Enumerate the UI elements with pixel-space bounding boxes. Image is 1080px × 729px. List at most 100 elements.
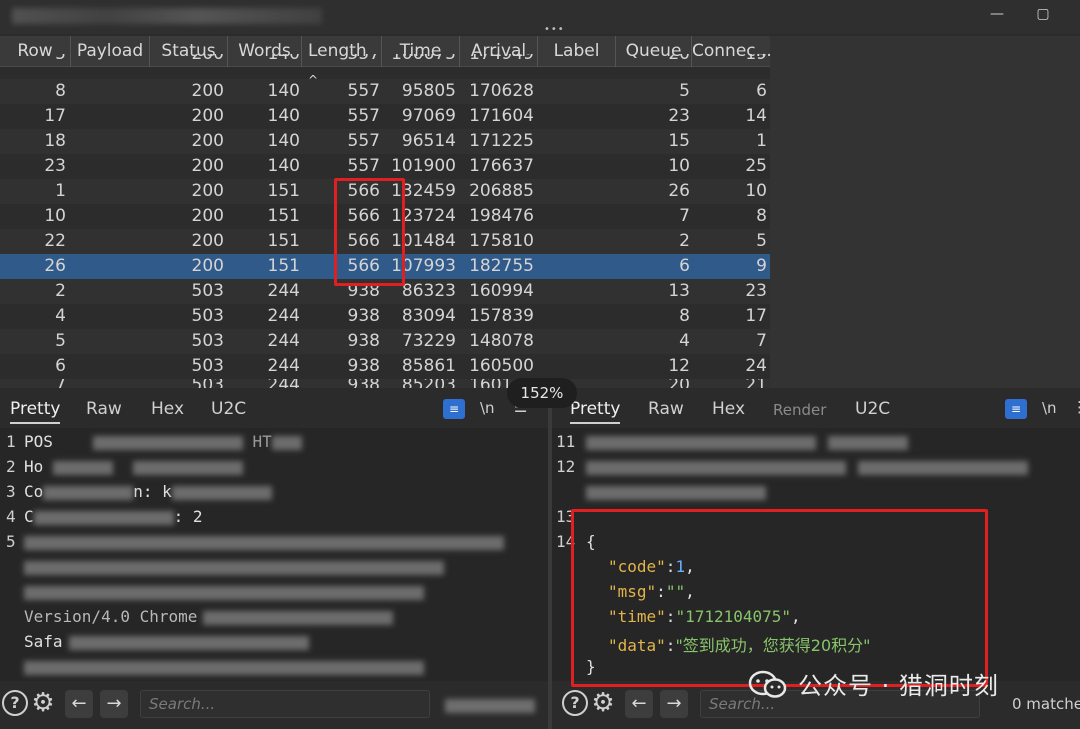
- cell-row: 26: [44, 256, 66, 276]
- table-row[interactable]: 22 200 151 566 101484 175810 2 5: [0, 229, 770, 254]
- cell-conn: 14: [745, 106, 767, 126]
- gear-icon[interactable]: ⚙: [30, 690, 56, 716]
- cell-queue: 20: [616, 379, 690, 388]
- table-row[interactable]: 2 503 244 938 86323 160994 13 23: [0, 279, 770, 304]
- cell-time: 100675: [391, 54, 456, 64]
- table-row-selected[interactable]: 26 200 151 566 107993 182755 6 9: [0, 254, 770, 279]
- attack-results-table: Row Payload Status Words Length ^ Time A…: [0, 36, 770, 388]
- cell-time: 101484: [391, 231, 456, 251]
- cell-words: 140: [267, 131, 300, 151]
- response-body[interactable]: 11 12 13 14 { "code":1, "msg":"", "time"…: [552, 428, 1080, 681]
- cell-length: 938: [347, 331, 380, 351]
- table-row[interactable]: 5 200 140 557 100675 174949 20 19: [0, 54, 770, 66]
- next-match-button[interactable]: →: [660, 690, 688, 718]
- table-empty-area: [770, 36, 1080, 388]
- request-body[interactable]: 1 POS HT 2 Ho 3 Co n: k 4 C: 2 5 Version/…: [0, 428, 548, 681]
- cell-arrival: 160500: [469, 356, 534, 376]
- wrap-lines-icon[interactable]: ≡: [443, 399, 465, 419]
- wechat-icon: [748, 670, 787, 698]
- response-tab-hex[interactable]: Hex: [712, 399, 745, 419]
- redacted-text: [203, 610, 394, 625]
- cell-time: 83094: [401, 306, 456, 326]
- drag-handle-icon[interactable]: •••: [544, 25, 564, 35]
- cell-status: 200: [191, 181, 224, 201]
- cell-words: 140: [267, 81, 300, 101]
- json-brace: {: [586, 532, 596, 551]
- header-host: Ho: [24, 457, 44, 476]
- line-number: 3: [6, 482, 16, 501]
- zoom-level-badge: 152%: [507, 378, 577, 408]
- json-open-brace: {: [586, 532, 596, 551]
- cell-length: 557: [347, 131, 380, 151]
- header-line: Co n: k: [24, 482, 272, 501]
- json-value-time: "1712104075": [675, 607, 792, 626]
- cell-status: 200: [191, 131, 224, 151]
- cell-conn: 17: [745, 306, 767, 326]
- request-search-input[interactable]: Search...: [140, 690, 430, 718]
- table-row[interactable]: 8 200 140 557 95805 170628 5 6: [0, 79, 770, 104]
- response-line: [586, 432, 908, 451]
- redacted-text: [171, 485, 272, 500]
- cell-row: 17: [44, 106, 66, 126]
- table-row[interactable]: 18 200 140 557 96514 171225 15 1: [0, 129, 770, 154]
- table-row[interactable]: 17 200 140 557 97069 171604 23 14: [0, 104, 770, 129]
- cell-arrival: 206885: [469, 181, 534, 201]
- table-row[interactable]: 7503244938852031601402021: [0, 379, 770, 388]
- cell-row: 5: [55, 331, 66, 351]
- cell-queue: 2: [679, 231, 690, 251]
- minimize-icon[interactable]: —: [984, 4, 1010, 24]
- request-tab-pretty[interactable]: Pretty: [10, 399, 61, 424]
- header-line: C: 2: [24, 507, 203, 526]
- cell-length: 566: [347, 181, 380, 201]
- response-tab-pretty[interactable]: Pretty: [570, 399, 621, 424]
- request-tab-u2c[interactable]: U2C: [211, 399, 246, 419]
- json-msg-line: "msg":"",: [608, 582, 695, 601]
- user-agent-fragment: Version/4.0 Chrome: [24, 607, 198, 626]
- request-tab-raw[interactable]: Raw: [86, 399, 122, 419]
- maximize-icon[interactable]: ▢: [1030, 4, 1056, 24]
- header-line: Ho: [24, 457, 244, 476]
- request-editor: Pretty Raw Hex U2C ≡ \n ☰ 1 POS HT 2 Ho …: [0, 390, 548, 729]
- cell-conn: 1: [756, 131, 767, 151]
- table-row[interactable]: 4 503 244 938 83094 157839 8 17: [0, 304, 770, 329]
- help-icon[interactable]: ?: [2, 690, 28, 716]
- cell-queue: 15: [668, 131, 690, 151]
- cell-queue: 4: [679, 331, 690, 351]
- redacted-text: [43, 485, 134, 500]
- cell-status: 200: [191, 206, 224, 226]
- request-tabs: Pretty Raw Hex U2C ≡ \n ☰: [0, 390, 548, 428]
- previous-match-button[interactable]: ←: [65, 690, 93, 718]
- table-row[interactable]: 1 200 151 566 132459 206885 26 10: [0, 179, 770, 204]
- redacted-text: [133, 460, 244, 475]
- response-tab-render[interactable]: Render: [773, 401, 826, 419]
- json-time-line: "time":"1712104075",: [608, 607, 801, 626]
- table-row[interactable]: 10 200 151 566 123724 198476 7 8: [0, 204, 770, 229]
- wrap-lines-icon[interactable]: ≡: [1005, 399, 1027, 419]
- cell-length: 938: [347, 281, 380, 301]
- cell-arrival: 176637: [469, 156, 534, 176]
- line-number: 12: [556, 457, 576, 476]
- cell-length: 557: [347, 106, 380, 126]
- redacted-text: [68, 635, 309, 650]
- previous-match-button[interactable]: ←: [625, 690, 653, 718]
- redacted-text: [24, 660, 424, 675]
- response-tab-u2c[interactable]: U2C: [855, 399, 890, 419]
- header-line: [24, 657, 424, 676]
- cell-row: 4: [55, 306, 66, 326]
- request-line: POS HT: [24, 432, 302, 451]
- request-tab-hex[interactable]: Hex: [151, 399, 184, 419]
- help-icon[interactable]: ?: [562, 690, 588, 716]
- line-number: 5: [6, 532, 16, 551]
- table-row[interactable]: 23 200 140 557 101900 176637 10 25: [0, 154, 770, 179]
- gear-icon[interactable]: ⚙: [590, 690, 616, 716]
- next-match-button[interactable]: →: [100, 690, 128, 718]
- cell-arrival: 157839: [469, 306, 534, 326]
- show-newlines-toggle[interactable]: \n: [480, 399, 495, 417]
- menu-icon[interactable]: ⋮: [1072, 398, 1080, 416]
- table-row[interactable]: 6 503 244 938 85861 160500 12 24: [0, 354, 770, 379]
- table-row[interactable]: 5 503 244 938 73229 148078 4 7: [0, 329, 770, 354]
- response-tab-raw[interactable]: Raw: [648, 399, 684, 419]
- cell-time: 85203: [382, 379, 456, 388]
- cell-length: 566: [347, 206, 380, 226]
- show-newlines-toggle[interactable]: \n: [1042, 399, 1057, 417]
